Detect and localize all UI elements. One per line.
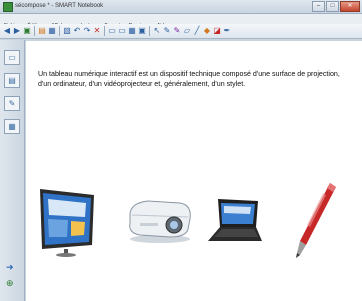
toolbar-separator xyxy=(34,26,35,36)
table-icon[interactable]: ▦ xyxy=(128,26,136,36)
menu-bar: Fichier Édition Affichage Insérer Format… xyxy=(0,14,362,29)
minimize-button[interactable]: – xyxy=(312,1,325,12)
notebook-page[interactable]: Un tableau numérique interactif est un d… xyxy=(26,41,362,301)
interactive-whiteboard-icon[interactable] xyxy=(36,187,98,257)
redo-icon[interactable]: ↷ xyxy=(83,26,91,36)
back-arrow-icon[interactable]: ◀ xyxy=(3,26,11,36)
gallery-icon[interactable]: ▤ xyxy=(4,73,20,88)
line-icon[interactable]: ╱ xyxy=(193,26,201,36)
maximize-button[interactable]: □ xyxy=(326,1,339,12)
capture-icon[interactable]: ▣ xyxy=(138,26,146,36)
add-page-icon[interactable]: ⊕ xyxy=(6,278,14,288)
eraser-icon[interactable]: ▱ xyxy=(183,26,191,36)
page-paragraph[interactable]: Un tableau numérique interactif est un d… xyxy=(38,70,353,89)
left-sidebar: ▭ ▤ ✎ ▦ ➜ ⊕ xyxy=(0,40,25,301)
video-projector-icon[interactable] xyxy=(124,193,196,245)
delete-icon[interactable]: ✕ xyxy=(93,26,101,36)
close-button[interactable]: ✕ xyxy=(340,1,360,12)
shape-icon[interactable]: ◆ xyxy=(203,26,211,36)
undo-icon[interactable]: ↶ xyxy=(73,26,81,36)
add-page-icon[interactable]: ▣ xyxy=(23,26,31,36)
move-arrow-icon[interactable]: ➜ xyxy=(6,262,14,272)
toolbar-separator xyxy=(149,26,150,36)
display-icon[interactable]: ▭ xyxy=(118,26,126,36)
pointer-icon[interactable]: ↖ xyxy=(153,26,161,36)
screen-shade-icon[interactable]: ▭ xyxy=(108,26,116,36)
toolbar-separator xyxy=(59,26,60,36)
attachments-icon[interactable]: ✎ xyxy=(4,96,20,111)
toolbar-separator xyxy=(104,26,105,36)
title-bar: sécompose * - SMART Notebook – □ ✕ xyxy=(0,0,362,14)
paste-icon[interactable]: ▧ xyxy=(63,26,71,36)
laptop-icon[interactable] xyxy=(206,197,264,247)
stylus-pen-icon[interactable] xyxy=(290,181,340,259)
window-title: sécompose * - SMART Notebook xyxy=(15,3,104,9)
open-folder-icon[interactable]: ▤ xyxy=(38,26,46,36)
toolbar: ◀ ▶ ▣ ▤ ▦ ▧ ↶ ↷ ✕ ▭ ▭ ▦ ▣ ↖ ✎ ✎ ▱ ╱ ◆ ◪ … xyxy=(0,24,362,39)
forward-arrow-icon[interactable]: ▶ xyxy=(13,26,21,36)
pen-icon[interactable]: ✎ xyxy=(163,26,171,36)
magic-pen-icon[interactable]: ✒ xyxy=(223,26,231,36)
page-sorter-icon[interactable]: ▭ xyxy=(4,50,20,65)
creative-pen-icon[interactable]: ✎ xyxy=(173,26,181,36)
fill-icon[interactable]: ◪ xyxy=(213,26,221,36)
window-controls: – □ ✕ xyxy=(312,1,360,12)
save-icon[interactable]: ▦ xyxy=(48,26,56,36)
smart-notebook-icon xyxy=(3,2,13,12)
properties-icon[interactable]: ▦ xyxy=(4,119,20,134)
